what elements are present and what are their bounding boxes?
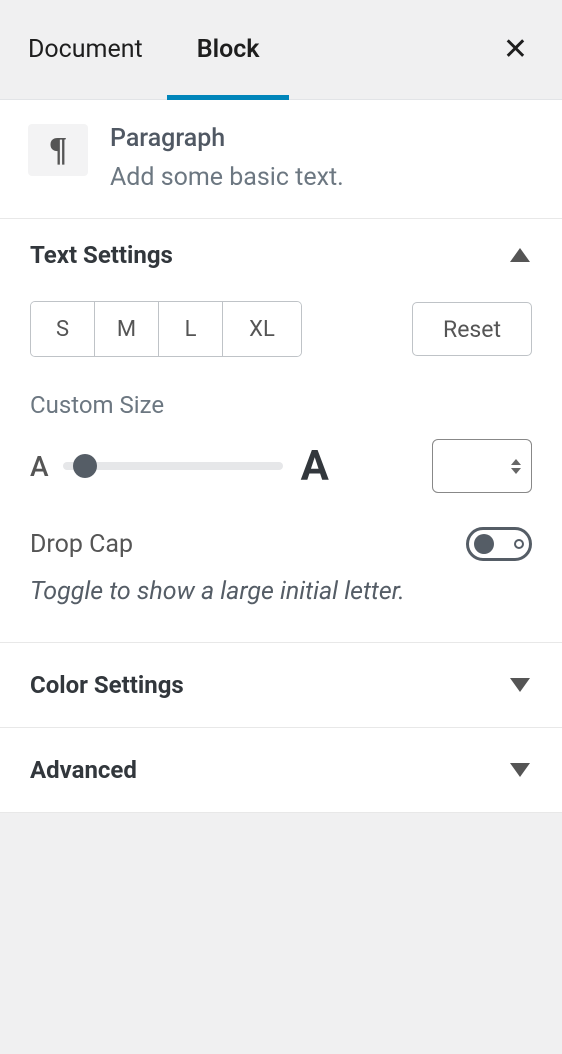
close-icon[interactable]: ✕ — [497, 29, 534, 71]
size-small-button[interactable]: S — [31, 302, 95, 356]
toggle-indicator — [514, 539, 524, 549]
custom-size-label: Custom Size — [30, 391, 532, 419]
letter-small-icon: A — [30, 450, 49, 483]
custom-size-row: A A — [30, 439, 532, 493]
tab-bar: Document Block ✕ — [0, 0, 562, 100]
block-description: Add some basic text. — [110, 163, 534, 192]
drop-cap-toggle[interactable] — [466, 527, 532, 561]
reset-button[interactable]: Reset — [412, 302, 532, 356]
size-large-button[interactable]: L — [159, 302, 223, 356]
font-size-button-group: S M L XL — [30, 301, 302, 357]
section-advanced: Advanced — [0, 728, 562, 813]
tab-block[interactable]: Block — [167, 0, 290, 99]
chevron-up-icon — [510, 248, 530, 262]
font-size-row: S M L XL Reset — [30, 301, 532, 357]
footer-fill — [0, 813, 562, 1013]
section-header-advanced[interactable]: Advanced — [0, 728, 562, 812]
section-text-settings: Text Settings S M L XL Reset Custom Size… — [0, 219, 562, 643]
drop-cap-label: Drop Cap — [30, 530, 133, 559]
custom-size-input[interactable] — [432, 439, 532, 493]
drop-cap-hint: Toggle to show a large initial letter. — [30, 577, 532, 606]
size-medium-button[interactable]: M — [95, 302, 159, 356]
size-xlarge-button[interactable]: XL — [223, 302, 301, 356]
chevron-down-icon — [510, 678, 530, 692]
stepper-up-icon[interactable] — [511, 459, 521, 465]
block-header: ¶ Paragraph Add some basic text. — [0, 100, 562, 219]
section-title: Advanced — [30, 756, 137, 784]
pilcrow-glyph: ¶ — [49, 133, 67, 167]
stepper-down-icon[interactable] — [511, 468, 521, 474]
font-size-slider[interactable] — [63, 450, 283, 482]
chevron-down-icon — [510, 763, 530, 777]
number-stepper[interactable] — [511, 459, 521, 474]
section-title: Color Settings — [30, 671, 184, 699]
inspector-panel: Document Block ✕ ¶ Paragraph Add some ba… — [0, 0, 562, 1054]
section-title: Text Settings — [30, 241, 173, 269]
text-settings-body: S M L XL Reset Custom Size A A — [0, 291, 562, 642]
tab-document[interactable]: Document — [28, 0, 167, 99]
panel-body: ¶ Paragraph Add some basic text. Text Se… — [0, 100, 562, 813]
letter-large-icon: A — [301, 442, 329, 491]
paragraph-icon: ¶ — [28, 124, 88, 176]
section-header-text-settings[interactable]: Text Settings — [0, 219, 562, 291]
slider-thumb[interactable] — [73, 454, 97, 478]
block-title: Paragraph — [110, 124, 534, 153]
block-meta: Paragraph Add some basic text. — [110, 124, 534, 192]
drop-cap-row: Drop Cap — [30, 527, 532, 561]
toggle-knob — [474, 534, 494, 554]
section-header-color-settings[interactable]: Color Settings — [0, 643, 562, 727]
section-color-settings: Color Settings — [0, 643, 562, 728]
